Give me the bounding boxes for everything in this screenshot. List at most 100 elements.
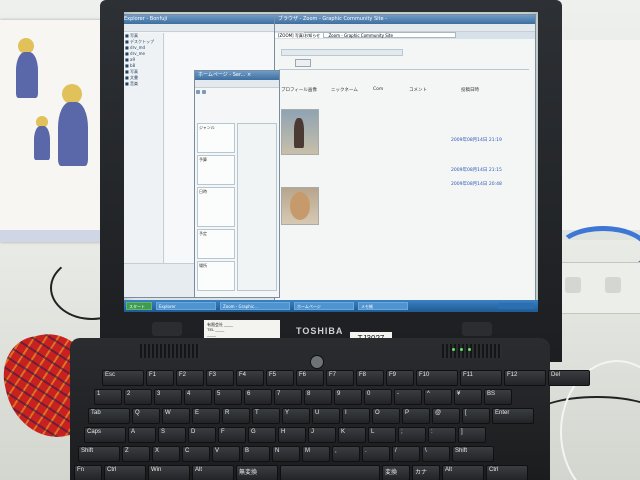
key[interactable]: Del — [548, 370, 590, 386]
key[interactable]: W — [162, 408, 190, 424]
key[interactable]: [ — [462, 408, 490, 424]
taskbar-item[interactable]: Zoom - Graphic... — [220, 302, 290, 310]
key[interactable]: A — [128, 427, 156, 443]
key[interactable]: 2 — [124, 389, 152, 405]
key[interactable]: 8 — [304, 389, 332, 405]
key[interactable]: F1 — [146, 370, 174, 386]
key[interactable] — [280, 465, 380, 480]
key[interactable]: 0 — [364, 389, 392, 405]
submit-button[interactable] — [295, 59, 311, 67]
key[interactable]: カナ — [412, 465, 440, 480]
key[interactable]: K — [338, 427, 366, 443]
key[interactable]: D — [188, 427, 216, 443]
taskbar-item[interactable]: ホームページ — [294, 302, 354, 310]
post-date[interactable]: 2009年08月14日 21:15 — [451, 167, 502, 173]
tab-zoom-community[interactable]: Zoom - Graphic Community Site — [325, 33, 395, 38]
key[interactable]: 7 — [274, 389, 302, 405]
form-values[interactable] — [237, 123, 277, 291]
key[interactable]: Esc — [102, 370, 144, 386]
profile-thumbnail[interactable] — [281, 187, 319, 225]
key[interactable]: 3 — [154, 389, 182, 405]
key[interactable]: R — [222, 408, 250, 424]
key[interactable]: V — [212, 446, 240, 462]
key[interactable]: F6 — [296, 370, 324, 386]
taskbar-item[interactable]: Explorer — [156, 302, 216, 310]
key[interactable]: F5 — [266, 370, 294, 386]
key[interactable]: 1 — [94, 389, 122, 405]
key[interactable]: Win — [148, 465, 190, 480]
post-date[interactable]: 2009年08月14日 20:48 — [451, 181, 502, 187]
key[interactable]: Q — [132, 408, 160, 424]
key[interactable]: Y — [282, 408, 310, 424]
key[interactable]: F2 — [176, 370, 204, 386]
key[interactable]: / — [392, 446, 420, 462]
key[interactable]: H — [278, 427, 306, 443]
key[interactable]: F — [218, 427, 246, 443]
key[interactable]: 無変換 — [236, 465, 278, 480]
tree-item[interactable]: ■ 音楽 — [124, 81, 163, 87]
key[interactable]: Z — [122, 446, 150, 462]
key[interactable]: @ — [432, 408, 460, 424]
key[interactable]: F12 — [504, 370, 546, 386]
key[interactable]: 6 — [244, 389, 272, 405]
key[interactable]: P — [402, 408, 430, 424]
key[interactable]: 5 — [214, 389, 242, 405]
browser-window[interactable]: ブラウザ - Zoom - Graphic Community Site - [… — [274, 14, 536, 302]
small-window-titlebar[interactable]: ホームページ - Ser... × — [195, 71, 279, 80]
browser-titlebar[interactable]: ブラウザ - Zoom - Graphic Community Site - — [275, 15, 535, 24]
key[interactable]: X — [152, 446, 180, 462]
key[interactable]: 変換 — [382, 465, 410, 480]
key[interactable]: F4 — [236, 370, 264, 386]
key[interactable]: Tab — [88, 408, 130, 424]
key[interactable]: BS — [484, 389, 512, 405]
key[interactable]: B — [242, 446, 270, 462]
back-icon[interactable] — [196, 90, 200, 94]
key[interactable]: Enter — [492, 408, 534, 424]
key[interactable]: \ — [422, 446, 450, 462]
key[interactable]: C — [182, 446, 210, 462]
start-button[interactable]: スタート — [126, 302, 152, 310]
key[interactable]: F8 — [356, 370, 384, 386]
taskbar-item[interactable]: メモ帳 — [358, 302, 408, 310]
key[interactable]: O — [372, 408, 400, 424]
forward-icon[interactable] — [202, 90, 206, 94]
key[interactable]: Ctrl — [486, 465, 528, 480]
tab-zoom-notice[interactable]: [ZOOM] 写真/お知らせ — [275, 33, 325, 38]
key[interactable]: U — [312, 408, 340, 424]
key[interactable]: ¥ — [454, 389, 482, 405]
key[interactable]: ] — [458, 427, 486, 443]
key[interactable]: F11 — [460, 370, 502, 386]
key[interactable]: 4 — [184, 389, 212, 405]
search-field[interactable] — [281, 49, 403, 56]
key[interactable]: . — [362, 446, 390, 462]
key[interactable]: : — [428, 427, 456, 443]
key[interactable]: - — [394, 389, 422, 405]
key[interactable]: , — [332, 446, 360, 462]
key[interactable]: F10 — [416, 370, 458, 386]
key[interactable]: L — [368, 427, 396, 443]
key[interactable]: N — [272, 446, 300, 462]
key[interactable]: F7 — [326, 370, 354, 386]
key[interactable]: E — [192, 408, 220, 424]
key[interactable]: Alt — [192, 465, 234, 480]
key[interactable]: M — [302, 446, 330, 462]
profile-thumbnail[interactable] — [281, 109, 319, 155]
post-date[interactable]: 2009年08月14日 21:19 — [451, 137, 502, 143]
key[interactable]: G — [248, 427, 276, 443]
key[interactable]: Shift — [452, 446, 494, 462]
key[interactable]: Caps — [84, 427, 126, 443]
key[interactable]: F3 — [206, 370, 234, 386]
key[interactable]: 9 — [334, 389, 362, 405]
key[interactable]: Shift — [78, 446, 120, 462]
power-button[interactable] — [310, 355, 324, 369]
key[interactable]: ^ — [424, 389, 452, 405]
small-window[interactable]: ホームページ - Ser... × ジャンル 予算 日時 予定 場所 — [194, 70, 280, 298]
explorer-titlebar[interactable]: Explorer - Bonfuji — [124, 15, 281, 24]
key[interactable]: Alt — [442, 465, 484, 480]
key[interactable]: J — [308, 427, 336, 443]
key[interactable]: Ctrl — [104, 465, 146, 480]
key[interactable]: T — [252, 408, 280, 424]
key[interactable]: F9 — [386, 370, 414, 386]
key[interactable]: Fn — [74, 465, 102, 480]
key[interactable]: S — [158, 427, 186, 443]
